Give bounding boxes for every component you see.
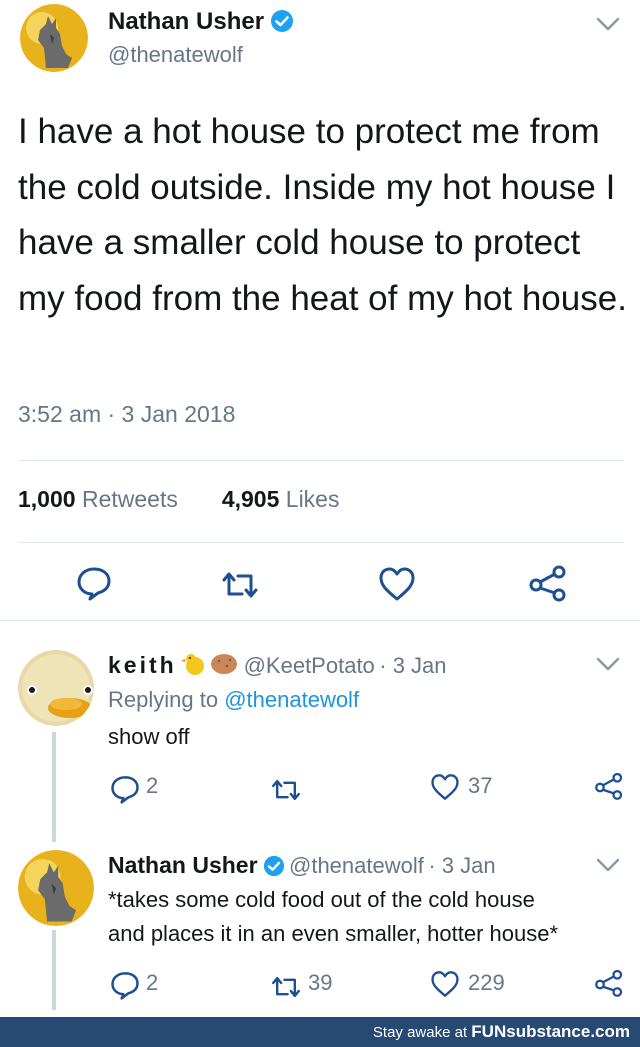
divider — [0, 620, 640, 621]
replying-to: Replying to @thenatewolf — [108, 684, 359, 716]
reply-text: show off — [108, 724, 190, 749]
reply-header: keith @KeetPotato · 3 Jan — [108, 651, 447, 682]
reply-icon[interactable] — [110, 774, 140, 804]
like-count: 229 — [468, 970, 505, 995]
thread-line — [52, 930, 56, 1010]
reply-author-name[interactable]: keith — [108, 652, 177, 678]
watermark-text: Stay awake at FUNsubstance.com — [373, 1022, 630, 1042]
avatar-nathan-usher[interactable] — [18, 850, 94, 926]
reply-icon[interactable] — [76, 565, 112, 601]
likes-label: Likes — [285, 486, 340, 512]
retweets-count: 1,000 — [18, 486, 76, 512]
reply-count: 2 — [146, 773, 159, 798]
reply-header: Nathan Usher @thenatewolf · 3 Jan — [108, 852, 496, 879]
chevron-down-icon[interactable] — [596, 656, 620, 674]
tweet-stats: 1,000 Retweets 4,905 Likes — [18, 486, 339, 513]
author-name-text: Nathan Usher — [108, 8, 265, 35]
reply-date[interactable]: · 3 Jan — [379, 653, 446, 678]
share-icon[interactable] — [594, 968, 624, 998]
chick-emoji-icon — [181, 651, 209, 682]
reply-count: 2 — [146, 970, 159, 995]
avatar-keith[interactable] — [18, 650, 94, 726]
like-icon[interactable] — [378, 566, 416, 602]
reply-author-handle[interactable]: @thenatewolf — [289, 853, 424, 878]
verified-icon — [270, 9, 294, 33]
chevron-down-icon[interactable] — [596, 16, 620, 34]
like-count: 37 — [468, 773, 493, 798]
retweet-icon[interactable] — [270, 778, 302, 802]
divider — [18, 542, 624, 543]
tweet-text: I have a hot house to protect me from th… — [18, 112, 627, 318]
reply-text-line: *takes some cold food out of the cold ho… — [108, 887, 535, 912]
watermark-footer: Stay awake at FUNsubstance.com — [0, 1017, 640, 1047]
replying-to-handle[interactable]: @thenatewolf — [224, 687, 359, 712]
reply-author-name[interactable]: Nathan Usher — [108, 852, 258, 878]
potato-emoji-icon — [209, 651, 239, 682]
divider — [18, 460, 624, 461]
reply-icon[interactable] — [110, 970, 140, 1000]
verified-icon — [263, 855, 285, 877]
likes-stat[interactable]: 4,905 Likes — [222, 486, 340, 512]
replying-to-prefix: Replying to — [108, 687, 219, 712]
retweets-label: Retweets — [81, 486, 178, 512]
thread-line — [52, 732, 56, 842]
chevron-down-icon[interactable] — [596, 857, 620, 875]
reply-author-handle[interactable]: @KeetPotato — [244, 653, 375, 678]
watermark-prefix: Stay awake at — [372, 1024, 468, 1041]
retweet-count: 39 — [308, 970, 333, 995]
share-icon[interactable] — [594, 771, 624, 801]
like-icon[interactable] — [430, 773, 460, 801]
retweet-icon[interactable] — [220, 570, 260, 600]
author-handle[interactable]: @thenatewolf — [108, 42, 243, 68]
share-icon[interactable] — [528, 563, 568, 603]
reply-text-line: and places it in an even smaller, hotter… — [108, 921, 559, 946]
avatar-nathan-usher[interactable] — [20, 4, 88, 72]
likes-count: 4,905 — [221, 486, 280, 512]
retweets-stat[interactable]: 1,000 Retweets — [18, 486, 178, 512]
retweet-icon[interactable] — [270, 975, 302, 999]
tweet-timestamp[interactable]: 3:52 am · 3 Jan 2018 — [18, 401, 235, 428]
like-icon[interactable] — [430, 970, 460, 998]
reply-date[interactable]: · 3 Jan — [428, 853, 495, 878]
watermark-brand: FUNsubstance.com — [471, 1022, 630, 1041]
author-name[interactable]: Nathan Usher — [108, 8, 294, 36]
